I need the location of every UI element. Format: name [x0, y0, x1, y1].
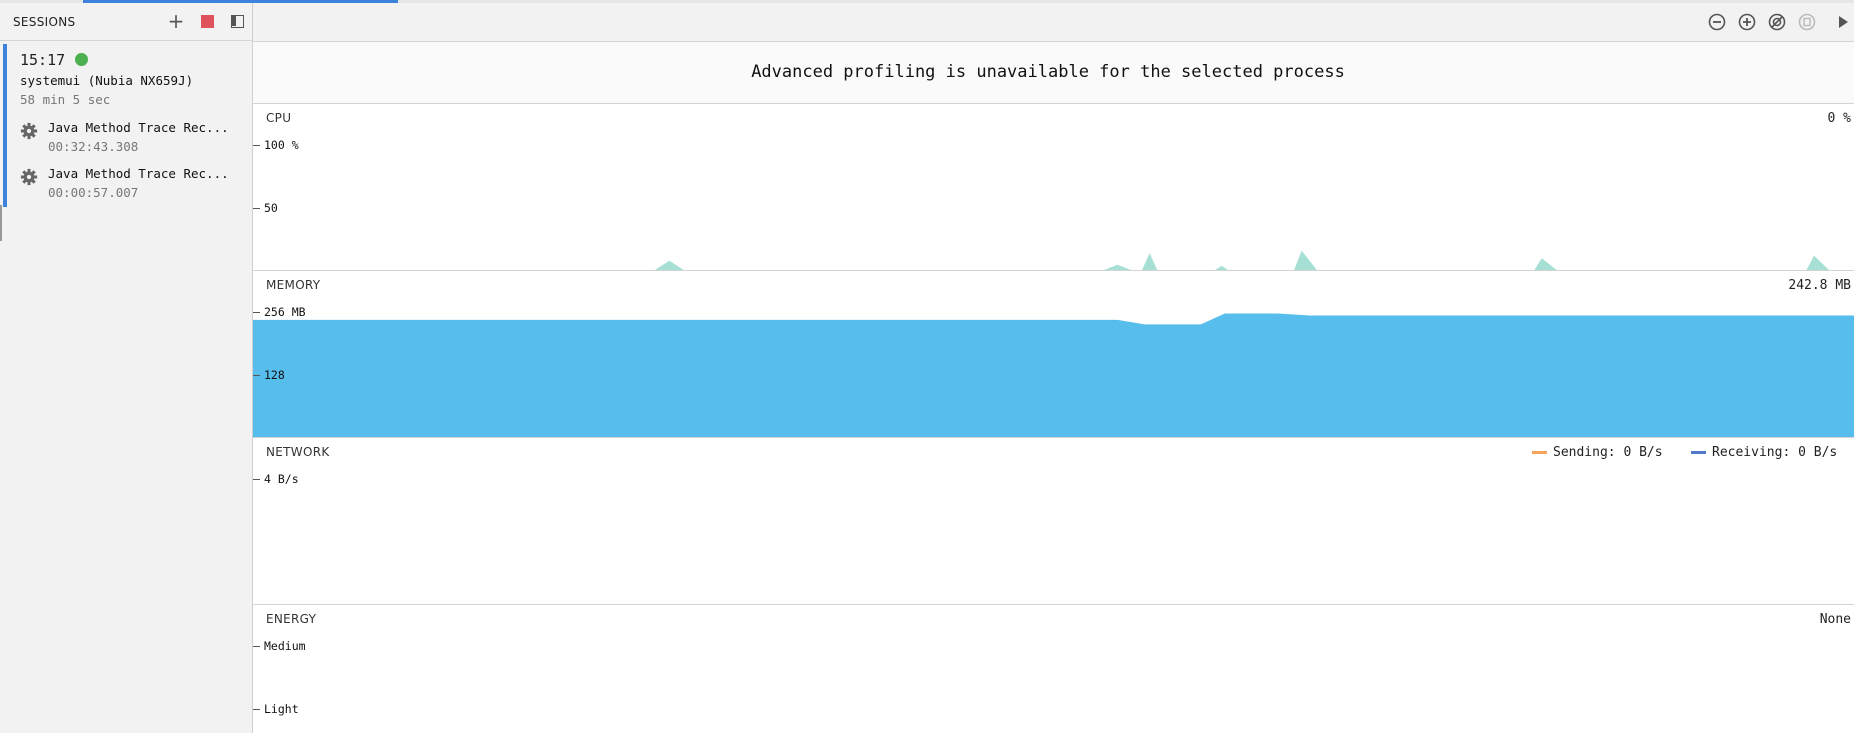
- sending-legend: Sending: 0 B/s: [1532, 445, 1663, 460]
- zoom-in-icon[interactable]: [1737, 12, 1757, 32]
- energy-axis-light: Light: [264, 702, 299, 716]
- sending-label: Sending: 0 B/s: [1553, 445, 1663, 460]
- stop-session-button[interactable]: [199, 13, 215, 29]
- receiving-legend: Receiving: 0 B/s: [1691, 445, 1837, 460]
- axis-tick: [253, 375, 260, 376]
- zoom-out-icon[interactable]: [1707, 12, 1727, 32]
- stop-icon: [200, 14, 214, 28]
- reset-zoom-icon[interactable]: [1767, 12, 1787, 32]
- sending-swatch: [1532, 451, 1547, 454]
- cpu-axis-max: 100 %: [264, 138, 299, 152]
- axis-tick: [253, 145, 260, 146]
- memory-usage-chart: [253, 313, 1854, 437]
- selected-session-indicator: [3, 44, 7, 207]
- energy-monitor[interactable]: ENERGY None Medium Light: [253, 605, 1854, 733]
- memory-area-series: [253, 313, 1854, 437]
- new-session-button[interactable]: +: [167, 9, 185, 33]
- profiling-unavailable-banner: Advanced profiling is unavailable for th…: [253, 42, 1854, 104]
- memory-title: MEMORY: [266, 278, 321, 292]
- cpu-axis-mid: 50: [264, 201, 278, 215]
- trace-name: Java Method Trace Rec...: [48, 166, 229, 181]
- axis-tick: [253, 479, 260, 480]
- panel-toggle-icon: [230, 14, 244, 28]
- trace-timestamp: 00:32:43.308: [48, 139, 139, 154]
- network-axis-max: 4 B/s: [264, 472, 299, 486]
- session-live-dot: [75, 53, 88, 66]
- sessions-header: SESSIONS +: [0, 3, 252, 41]
- network-title: NETWORK: [266, 445, 330, 459]
- session-start-time: 15:17: [20, 51, 66, 69]
- cpu-title: CPU: [266, 111, 292, 125]
- cpu-monitor[interactable]: CPU 0 % 100 % 50: [253, 104, 1854, 271]
- memory-axis-mid: 128: [264, 368, 285, 382]
- memory-axis-max: 256 MB: [264, 305, 306, 319]
- receiving-label: Receiving: 0 B/s: [1712, 445, 1838, 460]
- energy-axis-medium: Medium: [264, 639, 306, 653]
- gear-icon: [20, 168, 38, 186]
- energy-value: None: [1819, 612, 1851, 627]
- attach-to-live-icon[interactable]: [1797, 12, 1817, 32]
- sessions-title: SESSIONS: [13, 14, 76, 29]
- cpu-area-series: [654, 250, 1829, 270]
- trace-timestamp: 00:00:57.007: [48, 185, 139, 200]
- resize-handle[interactable]: [0, 205, 2, 241]
- banner-message: Advanced profiling is unavailable for th…: [751, 62, 1345, 82]
- gear-icon: [20, 122, 38, 140]
- receiving-swatch: [1691, 451, 1706, 454]
- memory-monitor[interactable]: MEMORY 242.8 MB 256 MB 128: [253, 271, 1854, 438]
- trace-name: Java Method Trace Rec...: [48, 120, 229, 135]
- axis-tick: [253, 208, 260, 209]
- session-item[interactable]: 15:17 systemui (Nubia NX659J) 58 min 5 s…: [0, 42, 252, 207]
- energy-title: ENERGY: [266, 612, 317, 626]
- profiler-toolbar: [253, 3, 1854, 42]
- go-live-icon[interactable]: [1833, 12, 1853, 32]
- session-duration: 58 min 5 sec: [20, 92, 111, 107]
- sessions-pane: SESSIONS + 15:17 systemui (Nubia NX659J)…: [0, 3, 253, 733]
- axis-tick: [253, 709, 260, 710]
- cpu-value: 0 %: [1827, 111, 1851, 126]
- network-monitor[interactable]: NETWORK Sending: 0 B/s Receiving: 0 B/s …: [253, 438, 1854, 605]
- axis-tick: [253, 646, 260, 647]
- trace-recording-item[interactable]: Java Method Trace Rec... 00:32:43.308: [20, 120, 250, 160]
- cpu-usage-chart: [654, 250, 1829, 270]
- trace-recording-item[interactable]: Java Method Trace Rec... 00:00:57.007: [20, 166, 250, 206]
- plus-icon: +: [167, 9, 185, 33]
- axis-tick: [253, 312, 260, 313]
- session-process-name: systemui (Nubia NX659J): [20, 73, 194, 88]
- collapse-sessions-button[interactable]: [229, 13, 245, 29]
- memory-value: 242.8 MB: [1788, 278, 1851, 293]
